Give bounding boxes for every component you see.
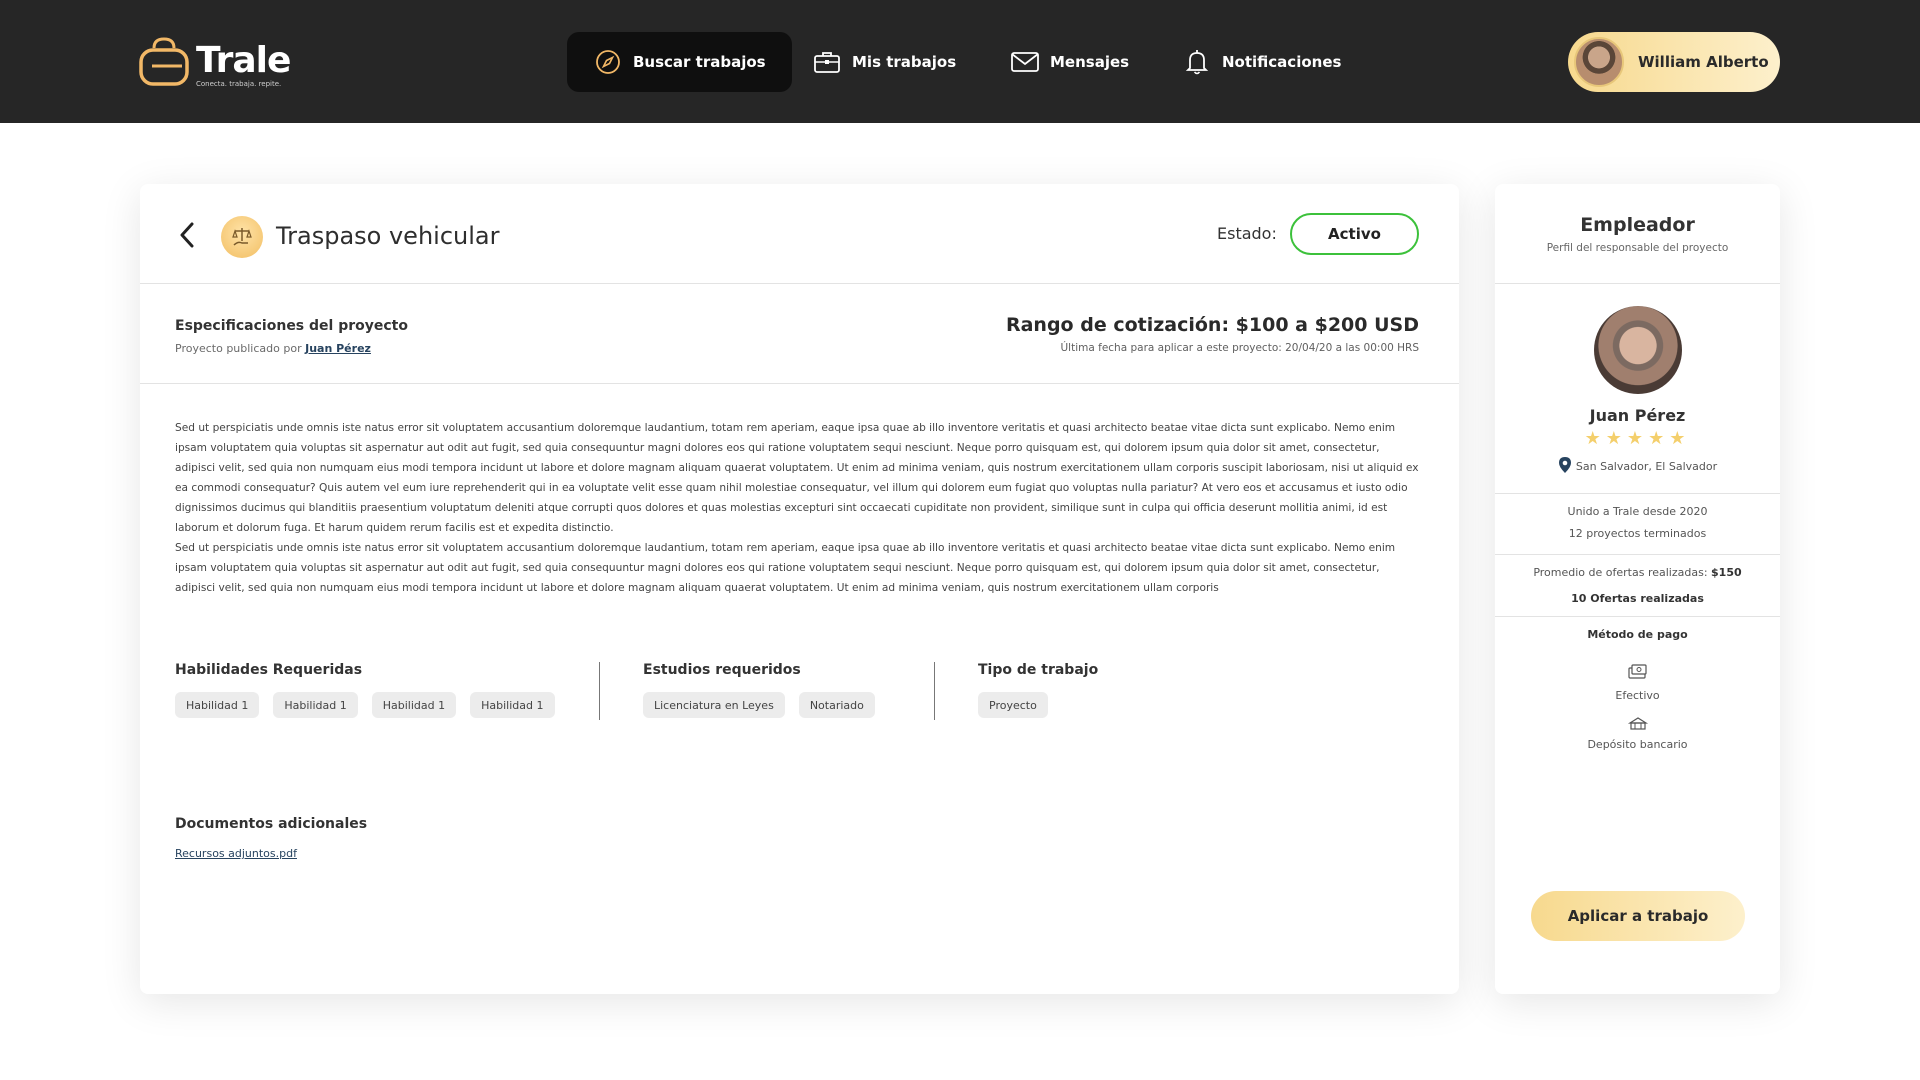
status-badge: Activo: [1290, 213, 1419, 255]
skill-tag: Habilidad 1: [175, 692, 260, 718]
bell-icon: [1182, 47, 1212, 77]
average-offer-value: $150: [1711, 566, 1742, 579]
user-profile-button[interactable]: William Alberto: [1568, 32, 1780, 92]
employer-title: Empleador: [1580, 214, 1695, 236]
skills-title: Habilidades Requeridas: [175, 662, 363, 678]
skill-tag: Habilidad 1: [273, 692, 358, 718]
mail-icon: [1010, 47, 1040, 77]
nav-notificaciones[interactable]: Notificaciones: [1182, 32, 1341, 92]
completed-projects: 12 proyectos terminados: [1568, 527, 1707, 540]
rating-stars: ★★★★★: [1584, 428, 1691, 449]
nav-label: Mis trabajos: [852, 53, 957, 71]
legal-scale-icon: [221, 216, 263, 258]
top-navigation-bar: Trale Conecta. trabaja. repite. Buscar t…: [0, 0, 1920, 123]
employer-subtitle: Perfil del responsable del proyecto: [1546, 242, 1729, 254]
nav-label: Buscar trabajos: [633, 53, 766, 71]
project-detail-card: Traspaso vehicular Estado: Activo Especi…: [140, 184, 1459, 994]
skill-tag: Habilidad 1: [371, 692, 457, 718]
divider: [1495, 554, 1780, 555]
publisher-link[interactable]: Juan Pérez: [305, 342, 371, 355]
nav-buscar-trabajos[interactable]: Buscar trabajos: [567, 32, 792, 92]
description-paragraph: Sed ut perspiciatis unde omnis iste natu…: [175, 422, 1419, 534]
skill-tag: Habilidad 1: [470, 692, 555, 718]
published-by-prefix: Proyecto publicado por: [175, 342, 302, 355]
required-skills: Habilidades Requeridas Habilidad 1 Habil…: [175, 662, 555, 718]
nav-mensajes[interactable]: Mensajes: [1010, 32, 1129, 92]
section-divider: [599, 662, 600, 720]
attachment-link[interactable]: Recursos adjuntos.pdf: [175, 847, 297, 860]
studies-title: Estudios requeridos: [643, 662, 801, 678]
project-header: Traspaso vehicular Estado: Activo: [140, 184, 1459, 284]
study-tag: Licenciatura en Leyes: [643, 692, 785, 718]
average-offer-label: Promedio de ofertas realizadas:: [1533, 566, 1708, 579]
location-text: San Salvador, El Salvador: [1575, 460, 1718, 473]
docs-title: Documentos adicionales: [175, 816, 368, 832]
project-specs: Especificaciones del proyecto Proyecto p…: [140, 284, 1459, 384]
nav-label: Mensajes: [1050, 53, 1130, 71]
payment-method-section: Método de pago: [1495, 628, 1780, 641]
project-description: Sed ut perspiciatis unde omnis iste natu…: [175, 418, 1423, 598]
payment-method-bank: Depósito bancario: [1587, 738, 1688, 751]
work-type: Tipo de trabajo Proyecto: [978, 662, 1098, 718]
published-by: Proyecto publicado por Juan Pérez: [175, 342, 371, 355]
trale-logo[interactable]: Trale Conecta. trabaja. repite.: [138, 36, 298, 92]
offers-count: 10 Ofertas realizadas: [1495, 592, 1780, 605]
application-deadline: Última fecha para aplicar a este proyect…: [1060, 342, 1419, 354]
apply-job-button[interactable]: Aplicar a trabajo: [1531, 891, 1745, 941]
nav-mis-trabajos[interactable]: Mis trabajos: [812, 32, 956, 92]
quote-range: Rango de cotización: $100 a $200 USD: [1005, 314, 1419, 336]
bank-deposit-icon: [1495, 715, 1780, 731]
payment-title: Método de pago: [1587, 628, 1688, 641]
divider: [1495, 493, 1780, 494]
joined-date: Unido a Trale desde 2020: [1567, 505, 1708, 518]
cash-icon: [1495, 662, 1780, 680]
work-type-tag: Proyecto: [978, 692, 1048, 718]
employer-header: Empleador Perfil del responsable del pro…: [1495, 184, 1780, 284]
employer-name: Juan Pérez: [1589, 406, 1686, 425]
section-divider: [934, 662, 935, 720]
employer-location: San Salvador, El Salvador: [1495, 456, 1780, 477]
brand-name: Trale: [196, 40, 291, 81]
user-name: William Alberto: [1638, 53, 1769, 71]
location-pin-icon: [1558, 456, 1572, 477]
description-paragraph: Sed ut perspiciatis unde omnis iste natu…: [175, 542, 1396, 594]
project-title: Traspaso vehicular: [276, 222, 500, 250]
divider: [1495, 616, 1780, 617]
average-offer: Promedio de ofertas realizadas: $150: [1495, 566, 1780, 579]
work-type-title: Tipo de trabajo: [978, 662, 1099, 678]
required-studies: Estudios requeridos Licenciatura en Leye…: [643, 662, 875, 718]
compass-icon: [593, 47, 623, 77]
back-arrow-icon[interactable]: [176, 222, 200, 248]
logo-bag-icon: [139, 37, 189, 86]
briefcase-icon: [812, 47, 842, 77]
status-label: Estado:: [1217, 224, 1277, 243]
employer-card: Empleador Perfil del responsable del pro…: [1495, 184, 1780, 994]
user-avatar: [1574, 37, 1624, 87]
nav-label: Notificaciones: [1222, 53, 1342, 71]
study-tag: Notariado: [798, 692, 875, 718]
specs-title: Especificaciones del proyecto: [175, 318, 408, 334]
offers-count-text: 10 Ofertas realizadas: [1571, 592, 1704, 605]
brand-tagline: Conecta. trabaja. repite.: [196, 80, 282, 88]
employer-avatar[interactable]: [1594, 306, 1682, 394]
payment-method-cash: Efectivo: [1615, 689, 1660, 702]
